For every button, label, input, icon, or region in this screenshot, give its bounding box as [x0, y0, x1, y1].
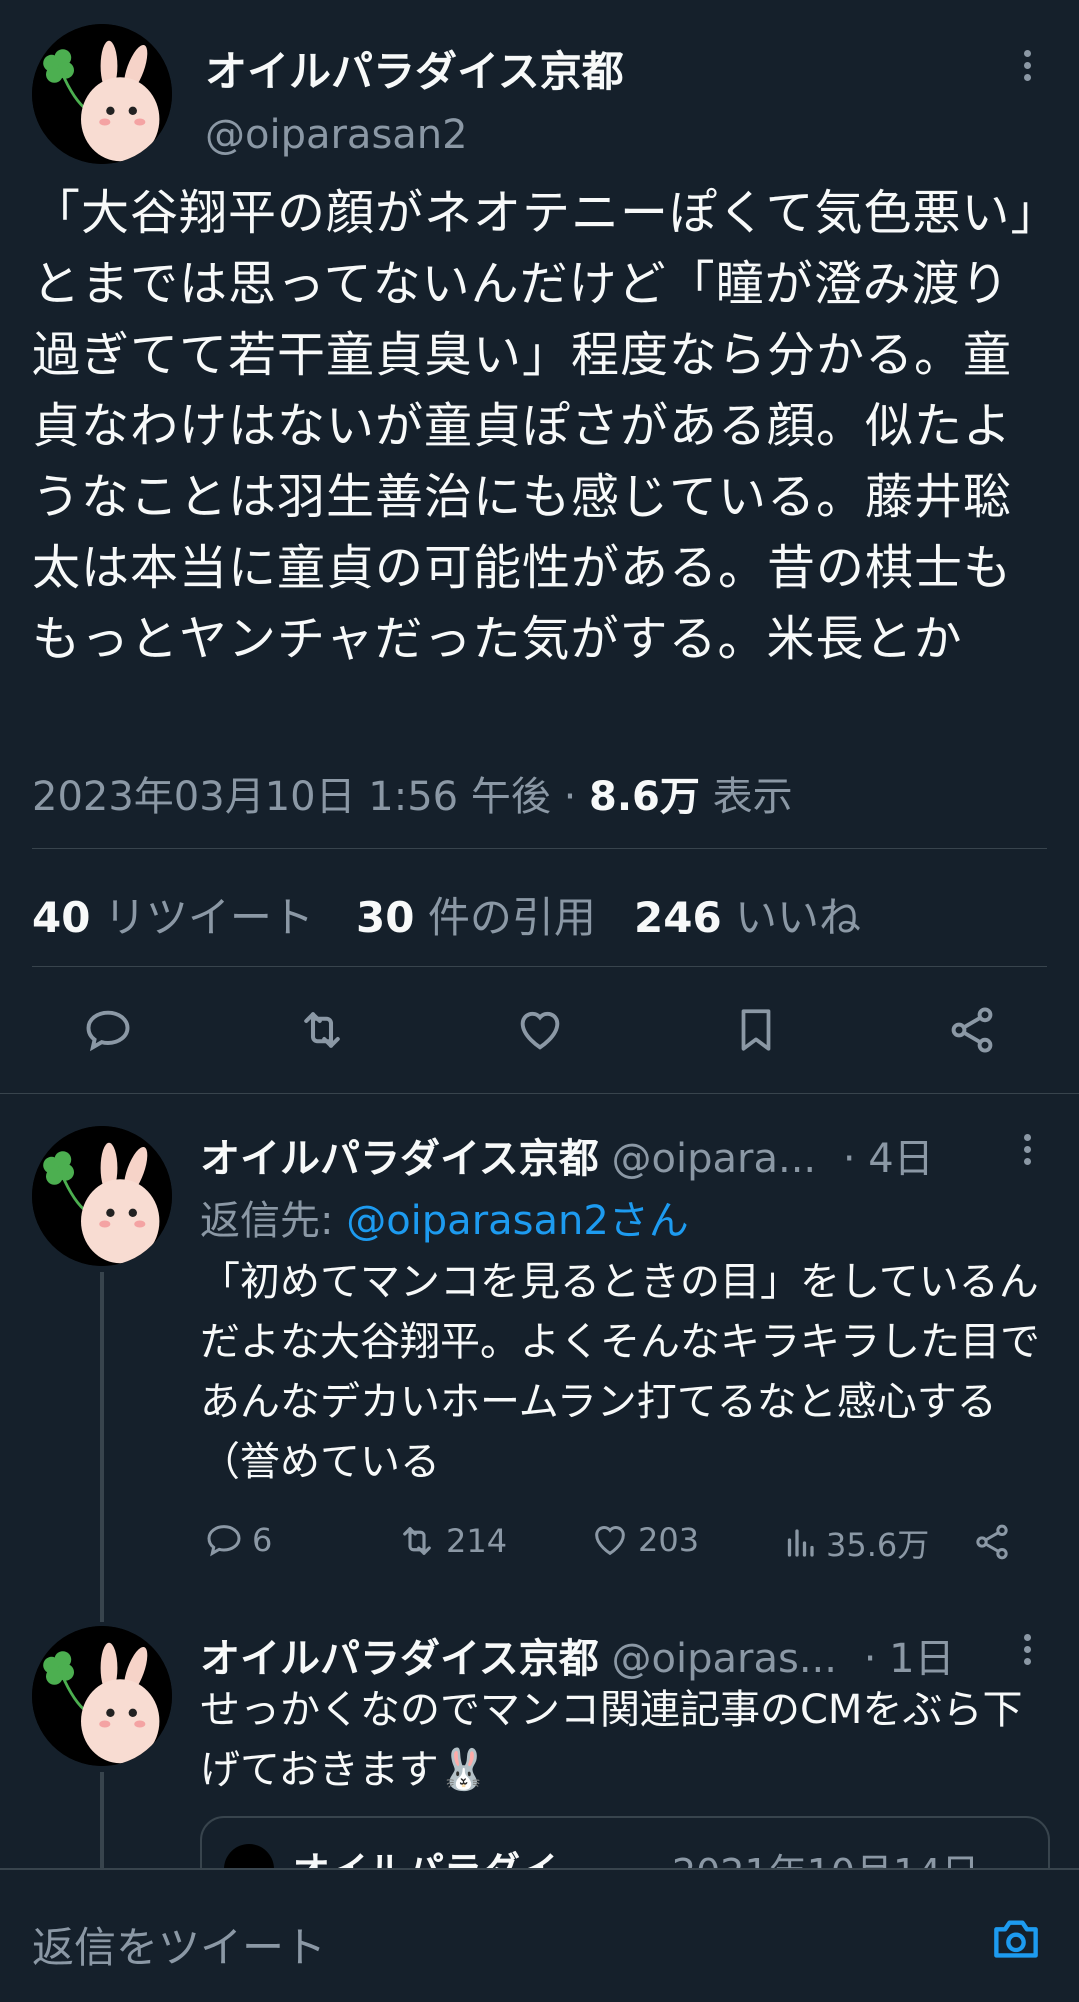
tweet-meta: 2023年03月10日 1:56 午後 · 8.6万 表示	[32, 774, 793, 820]
retweets-stat[interactable]: 40 リツイート	[32, 884, 314, 945]
reply-time[interactable]: · 1日	[864, 1636, 955, 1682]
views-label: 表示	[712, 774, 793, 820]
avatar[interactable]	[32, 24, 172, 164]
like-icon[interactable]	[510, 1002, 570, 1058]
tweet-text: 「大谷翔平の顔がネオテニーぽくて気色悪い」とまでは思ってないんだけど「瞳が澄み渡…	[32, 185, 1036, 667]
retweet-icon[interactable]	[292, 1002, 352, 1058]
share-icon[interactable]	[970, 1520, 1014, 1564]
handle[interactable]: @oiparas...	[612, 1636, 837, 1682]
timestamp[interactable]: 2023年03月10日 1:56 午後	[32, 774, 551, 820]
reply-icon[interactable]	[78, 1002, 138, 1058]
display-name[interactable]: オイルパラダイス京都	[200, 1636, 599, 1682]
views-icon	[787, 1529, 814, 1557]
like-count-button[interactable]: 203	[590, 1520, 699, 1560]
thread-line	[100, 1272, 104, 1622]
display-name[interactable]: オイルパラダイス京都	[205, 38, 624, 99]
share-icon[interactable]	[942, 1002, 1002, 1058]
quotes-count: 30	[356, 893, 415, 942]
reply-text: 「初めてマンコを見るときの目」をしているんだよな大谷翔平。よくそんなキラキラした…	[200, 1259, 1040, 1485]
display-name[interactable]: オイルパラダイス京都	[200, 1136, 599, 1182]
reply-count-button[interactable]: 6	[204, 1520, 272, 1560]
views-count: 8.6万	[589, 774, 700, 820]
bunny-avatar-icon	[32, 1126, 172, 1266]
reply-to-link[interactable]: @oiparasan2さん	[346, 1198, 689, 1244]
thread-line	[100, 1772, 104, 1872]
likes-label: いいね	[735, 893, 862, 942]
like-icon	[595, 1526, 625, 1556]
reply-header: オイルパラダイス京都 @oiparas... · 1日	[200, 1626, 955, 1684]
retweets-count: 40	[32, 893, 91, 942]
reply-input[interactable]: 返信をツイート	[32, 1914, 326, 1975]
reply-to-prefix: 返信先:	[200, 1198, 347, 1244]
retweet-count-button[interactable]: 214	[396, 1520, 507, 1562]
divider	[32, 848, 1047, 849]
views-count: 35.6万	[826, 1526, 930, 1564]
divider	[32, 966, 1047, 967]
reply-count: 6	[252, 1521, 273, 1559]
bookmark-icon[interactable]	[726, 1002, 786, 1058]
reply-composer: 返信をツイート	[0, 1868, 1079, 2002]
quotes-label: 件の引用	[427, 893, 596, 942]
bunny-avatar-icon	[32, 1626, 172, 1766]
bunny-avatar-icon	[32, 24, 172, 164]
like-count: 203	[638, 1521, 700, 1559]
more-options-icon[interactable]	[1022, 1134, 1032, 1170]
reply-header: オイルパラダイス京都 @oipara... · 4日	[200, 1126, 934, 1184]
handle[interactable]: @oiparasan2	[205, 112, 468, 158]
likes-count: 246	[634, 893, 722, 942]
handle[interactable]: @oipara...	[612, 1136, 817, 1182]
avatar[interactable]	[32, 1126, 172, 1266]
retweets-label: リツイート	[103, 893, 314, 942]
views-count-button[interactable]: 35.6万	[782, 1520, 929, 1566]
more-options-icon[interactable]	[1022, 1634, 1032, 1670]
avatar[interactable]	[32, 1626, 172, 1766]
likes-stat[interactable]: 246 いいね	[634, 884, 861, 945]
reply-icon	[207, 1525, 241, 1557]
reply-to: 返信先: @oiparasan2さん	[200, 1188, 689, 1246]
retweet-count: 214	[446, 1522, 508, 1560]
quotes-stat[interactable]: 30 件の引用	[356, 884, 596, 945]
retweet-icon	[403, 1527, 431, 1555]
reply-time[interactable]: · 4日	[843, 1136, 934, 1182]
divider	[0, 1093, 1079, 1094]
reply-text: せっかくなのでマンコ関連記事のCMをぶら下げておきます🐰	[200, 1687, 1023, 1793]
more-options-icon[interactable]	[1022, 50, 1032, 86]
camera-icon[interactable]	[986, 1910, 1046, 1966]
